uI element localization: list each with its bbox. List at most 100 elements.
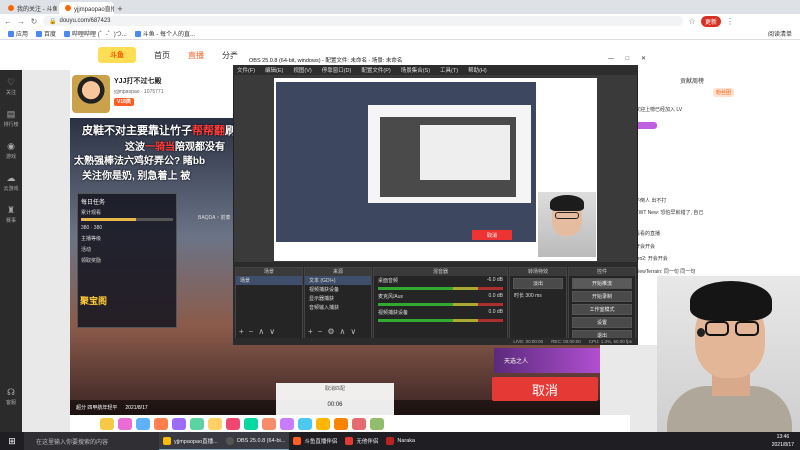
nav-live[interactable]: 直播 xyxy=(188,50,204,61)
rank-title[interactable]: 贡献周榜 xyxy=(680,76,704,85)
nav-home[interactable]: 首页 xyxy=(154,50,170,61)
douyu-logo[interactable]: 斗鱼 xyxy=(98,47,136,63)
task-count: 380 xyxy=(93,225,103,231)
start-streaming-button[interactable]: 开始推流 xyxy=(572,278,632,289)
gift-icon[interactable] xyxy=(226,417,240,430)
gift-icon[interactable] xyxy=(262,417,276,430)
gift-icon[interactable] xyxy=(244,417,258,430)
reading-list[interactable]: 阅读清单 xyxy=(768,29,792,38)
new-tab-button[interactable]: + xyxy=(114,4,126,14)
update-button[interactable]: 更新 xyxy=(701,15,722,27)
tianxuan-banner[interactable]: 天选之人 xyxy=(494,348,600,373)
bookmark-apps[interactable]: 应用 xyxy=(8,29,28,38)
gift-icon[interactable] xyxy=(136,417,150,430)
menu-icon[interactable]: ⋮ xyxy=(726,17,734,26)
sidebar-item-cloudgame[interactable]: ☁ 云游戏 xyxy=(0,166,22,198)
source-item[interactable]: 音频输入捕获 xyxy=(305,303,371,312)
room-title-text: YJJ打不过七殿 xyxy=(114,78,162,85)
gift-icon[interactable] xyxy=(280,417,294,430)
gift-icon[interactable] xyxy=(352,417,366,430)
volume-meter[interactable] xyxy=(378,303,503,306)
gift-icon[interactable] xyxy=(370,417,384,430)
gift-icon[interactable] xyxy=(172,417,186,430)
url-field[interactable]: 🔒 douyu.com/687423 xyxy=(43,16,683,26)
menu-view[interactable]: 视图(V) xyxy=(293,66,311,74)
source-item[interactable]: 视频捕获设备 xyxy=(305,285,371,294)
bookmark-label: 百度 xyxy=(44,32,57,38)
sidebar-item-rank[interactable]: ▤ 排行榜 xyxy=(0,102,22,134)
headset-icon: ☊ xyxy=(7,386,15,397)
bookmarks-bar: 应用 百度 哔哩哔哩 (゜-゜)つ... 斗鱼 - 每个人的直... 阅读清单 xyxy=(0,28,800,40)
source-item[interactable]: 文本 (GDI+) xyxy=(305,276,371,285)
forward-icon[interactable]: → xyxy=(17,17,25,26)
back-icon[interactable]: ← xyxy=(4,17,12,26)
gift-icon[interactable] xyxy=(154,417,168,430)
start-recording-button[interactable]: 开始录制 xyxy=(572,291,632,302)
preview-nested-browser xyxy=(420,125,510,180)
baidu-icon xyxy=(36,30,43,37)
streamer-name[interactable]: yjjmpaopao xyxy=(114,89,140,95)
studio-mode-button[interactable]: 工作室模式 xyxy=(572,304,632,315)
taskbar-app-chrome[interactable]: yjjmpaopao直播... xyxy=(159,432,222,450)
gift-icon[interactable] xyxy=(190,417,204,430)
sidebar-item-service[interactable]: ☊ 客服 xyxy=(0,380,22,412)
taskbar-app-naraka[interactable]: Naraka xyxy=(382,432,419,450)
duration-value[interactable]: 300 ms xyxy=(525,293,541,299)
reload-icon[interactable]: ↻ xyxy=(30,17,38,26)
windows-start-icon[interactable]: ⊞ xyxy=(0,432,24,450)
browser-tab[interactable]: 我的关注 - 斗鱼 xyxy=(2,2,57,14)
gift-icon[interactable] xyxy=(316,417,330,430)
gift-icon[interactable] xyxy=(100,417,114,430)
chat-message: ViewTerrain: 同一句 同一句 xyxy=(635,268,695,275)
cancel-button[interactable]: 取消 xyxy=(492,377,598,401)
taskbar-app-wuta[interactable]: 无他伴侣 xyxy=(341,432,382,450)
gift-icon[interactable] xyxy=(334,417,348,430)
gift-icon[interactable] xyxy=(118,417,132,430)
menu-docks[interactable]: 停靠窗口(D) xyxy=(322,66,352,74)
channel-db: 0.0 dB xyxy=(488,293,503,299)
dock-controls[interactable]: +−⚙∧∨ xyxy=(308,327,361,336)
volume-meter[interactable] xyxy=(378,287,503,290)
fan-club-button[interactable]: 粉丝团 xyxy=(713,88,735,97)
task-row[interactable]: 领取奖励 xyxy=(81,257,173,264)
bookmark-bilibili[interactable]: 哔哩哔哩 (゜-゜)つ... xyxy=(64,29,127,38)
menu-help[interactable]: 帮助(H) xyxy=(468,66,487,74)
taskbar-search[interactable]: 在这里输入你要搜索的内容 xyxy=(24,432,159,450)
taskbar-app-douyu[interactable]: 斗鱼直播伴侣 xyxy=(289,432,341,450)
dock-controls[interactable]: +−∧∨ xyxy=(239,327,280,336)
left-sidebar: ♡ 关注 ▤ 排行榜 ◉ 游戏 ☁ 云游戏 ♜ 赛事 ☊ 客服 xyxy=(0,70,22,432)
bookmark-label: 斗鱼 - 每个人的直... xyxy=(142,32,196,38)
dock-title: 来源 xyxy=(305,268,371,276)
sidebar-item-games[interactable]: ◉ 游戏 xyxy=(0,134,22,166)
browser-tab-active[interactable]: yjjmpaopao直播_永劫无间 xyxy=(59,2,114,14)
streamer-avatar[interactable] xyxy=(72,75,110,113)
danmu-text: 你是奶, 别急着上 被 xyxy=(102,171,191,182)
menu-profile[interactable]: 配置文件(P) xyxy=(361,66,390,74)
obs-window-controls[interactable]: — □ ✕ xyxy=(608,55,651,62)
task-count: 380 xyxy=(81,225,90,231)
gift-icon[interactable] xyxy=(208,417,222,430)
settings-button[interactable]: 设置 xyxy=(572,317,632,328)
bookmark-baidu[interactable]: 百度 xyxy=(36,29,56,38)
danmu-text: 皮鞋不对主要靠让竹子 xyxy=(82,125,192,137)
star-icon[interactable]: ☆ xyxy=(688,17,696,26)
stream-bottom-text: 超分 四甲航年轻平 xyxy=(76,405,118,411)
sidebar-item-follow[interactable]: ♡ 关注 xyxy=(0,70,22,102)
gift-icon[interactable] xyxy=(298,417,312,430)
menu-scene-collection[interactable]: 场景集合(S) xyxy=(401,66,430,74)
address-bar: ← → ↻ 🔒 douyu.com/687423 ☆ 更新 ⋮ xyxy=(0,14,800,28)
menu-edit[interactable]: 编辑(E) xyxy=(265,66,283,74)
menu-tools[interactable]: 工具(T) xyxy=(440,66,458,74)
bookmark-douyu[interactable]: 斗鱼 - 每个人的直... xyxy=(134,29,196,38)
transition-select[interactable]: 淡出 xyxy=(513,278,563,289)
volume-meter[interactable] xyxy=(378,319,503,322)
sidebar-label: 客服 xyxy=(5,399,16,406)
taskbar-clock[interactable]: 13:46 2021/8/17 xyxy=(772,433,794,449)
channel-name: 桌面音频 xyxy=(378,278,399,284)
sidebar-item-events[interactable]: ♜ 赛事 xyxy=(0,198,22,230)
source-item[interactable]: 显示器捕获 xyxy=(305,294,371,303)
treasure-label[interactable]: 聚宝阁 xyxy=(80,294,107,307)
menu-file[interactable]: 文件(F) xyxy=(237,66,255,74)
scene-item[interactable]: 场景 xyxy=(236,276,302,285)
taskbar-app-obs[interactable]: OBS 25.0.8 (64-bi... xyxy=(221,432,290,450)
